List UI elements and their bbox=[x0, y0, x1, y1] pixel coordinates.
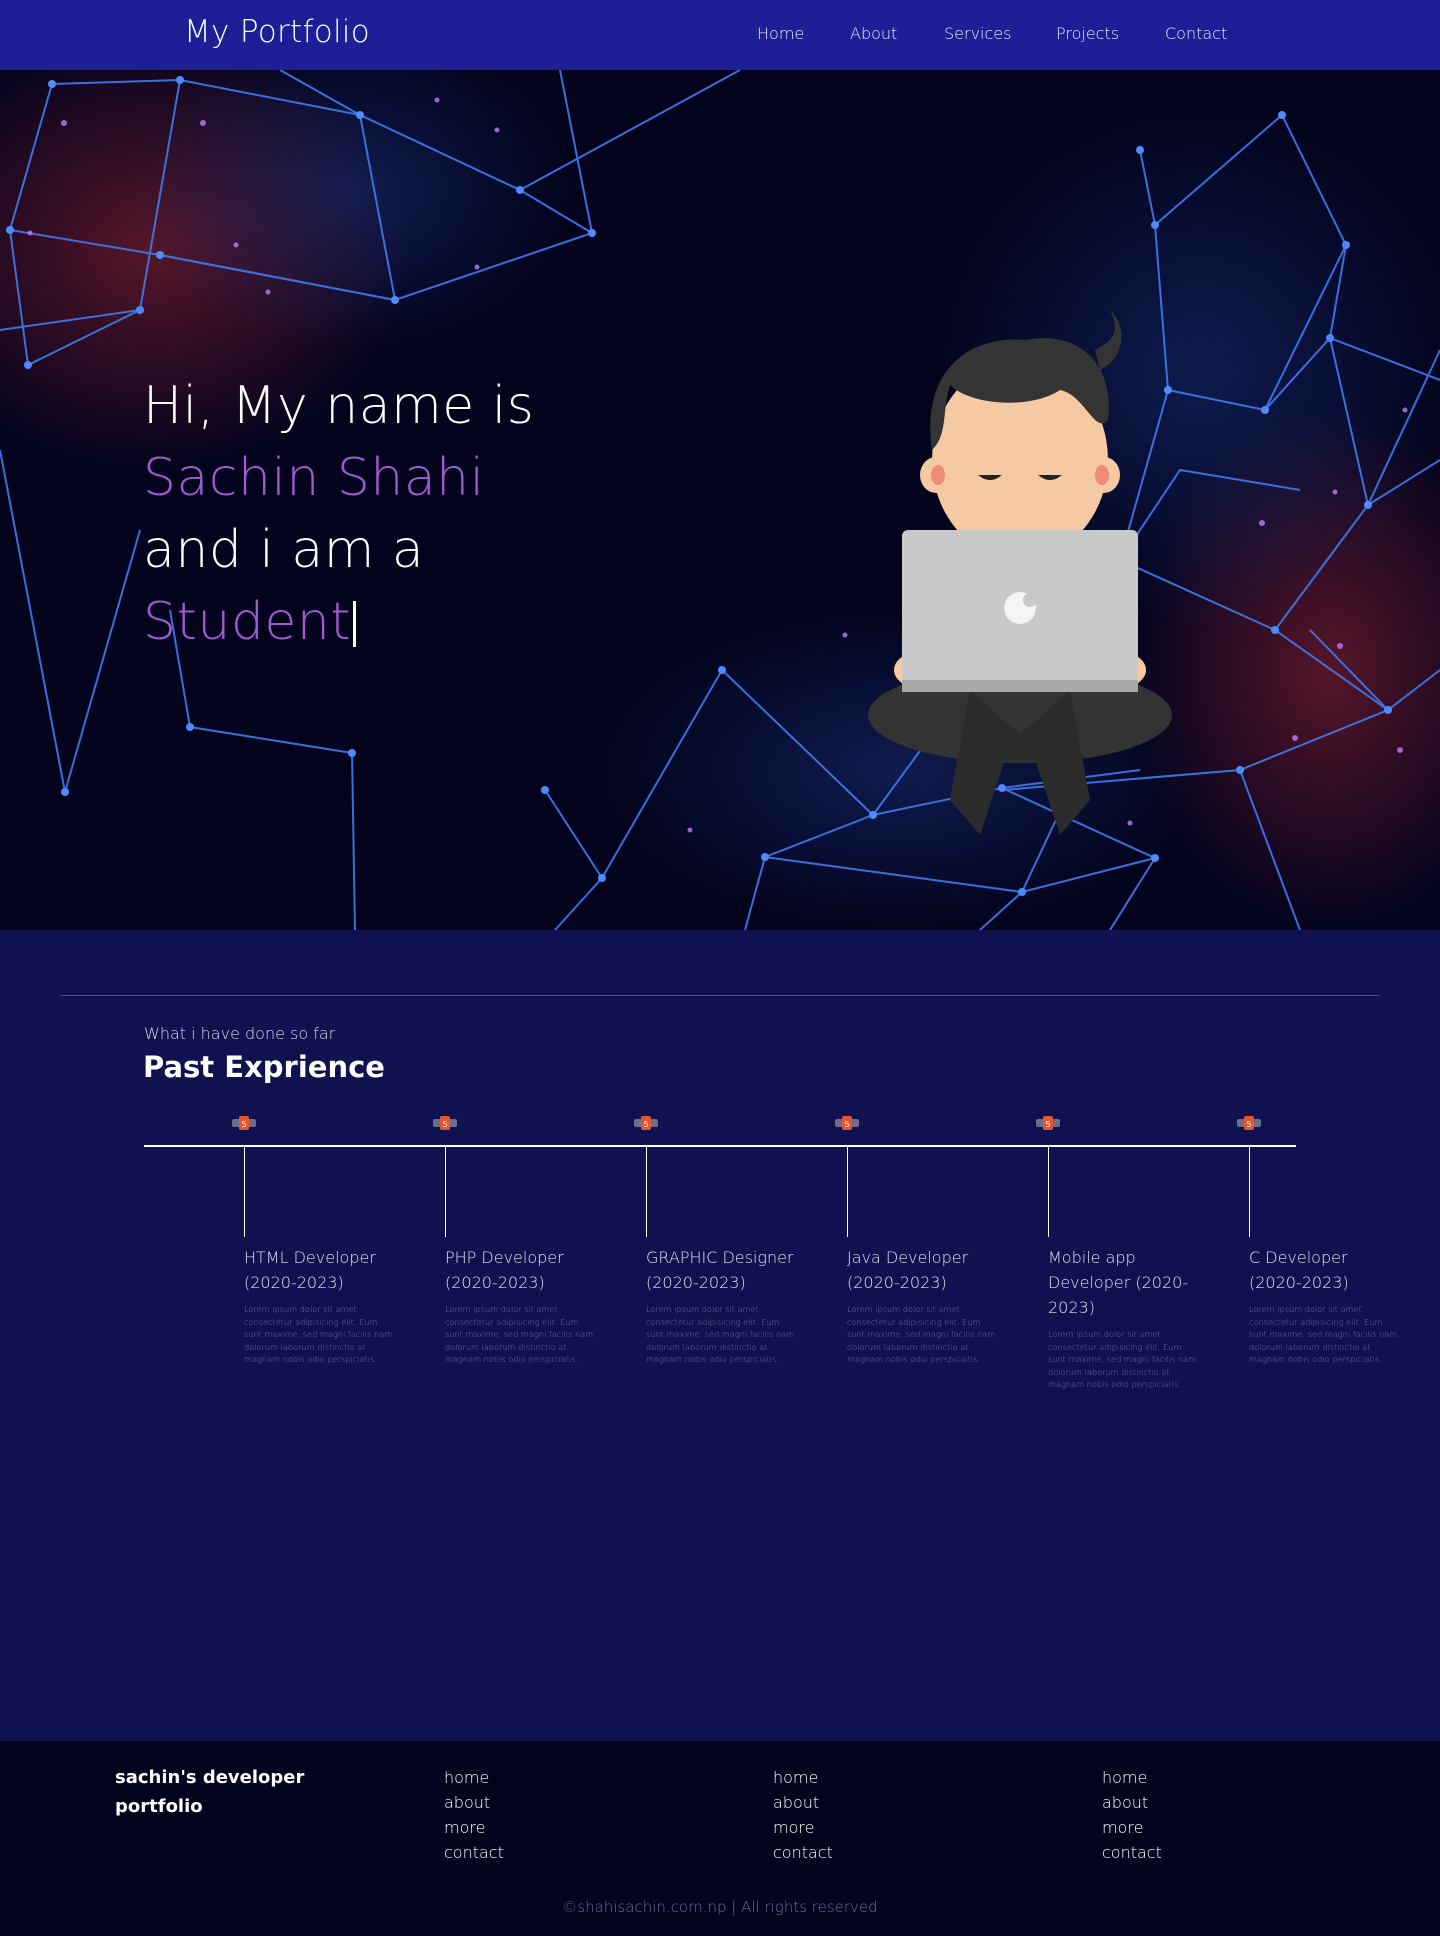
nav-links: Home About Services Projects Contact bbox=[0, 24, 1440, 46]
timeline-role: Java Developer (2020-2023) bbox=[847, 1248, 969, 1292]
experience-title: Past Exprience bbox=[143, 1050, 385, 1084]
copyright-text: ©shahisachin.com.np | All rights reserve… bbox=[562, 1898, 878, 1916]
footer-link-more[interactable]: more bbox=[444, 1815, 504, 1840]
hero-subline: and i am a bbox=[143, 520, 425, 580]
timeline-desc: Lorem ipsum dolor sit amet consectetur a… bbox=[646, 1304, 795, 1364]
footer-brand: sachin's developer portfolio bbox=[115, 1767, 305, 1817]
footer-link-more[interactable]: more bbox=[1102, 1815, 1162, 1840]
timeline-desc: Lorem ipsum dolor sit amet consectetur a… bbox=[445, 1304, 594, 1364]
footer-link-contact[interactable]: contact bbox=[773, 1840, 833, 1865]
top-navbar: My Portfolio Home About Services Project… bbox=[0, 0, 1440, 70]
footer-link-contact[interactable]: contact bbox=[1102, 1840, 1162, 1865]
footer-link-home[interactable]: home bbox=[773, 1765, 833, 1790]
footer-link-home[interactable]: home bbox=[444, 1765, 504, 1790]
hero-role-line: Student bbox=[143, 586, 534, 658]
footer-links-column: home about more contact bbox=[1102, 1765, 1162, 1865]
nav-link-contact[interactable]: Contact bbox=[1165, 24, 1227, 43]
timeline-desc: Lorem ipsum dolor sit amet consectetur a… bbox=[847, 1304, 996, 1364]
timeline-stem bbox=[847, 1147, 848, 1237]
timeline-stem bbox=[1048, 1147, 1049, 1237]
svg-text:5: 5 bbox=[241, 1120, 246, 1129]
nav-link-home[interactable]: Home bbox=[757, 24, 804, 43]
html5-icon: 5 bbox=[835, 1116, 859, 1130]
developer-illustration bbox=[868, 310, 1172, 835]
typing-caret bbox=[353, 601, 357, 647]
timeline-desc: Lorem ipsum dolor sit amet consectetur a… bbox=[1048, 1329, 1197, 1389]
nav-link-projects[interactable]: Projects bbox=[1056, 24, 1119, 43]
html5-icon: 5 bbox=[1237, 1116, 1261, 1130]
footer-link-contact[interactable]: contact bbox=[444, 1840, 504, 1865]
timeline-role: C Developer (2020-2023) bbox=[1249, 1248, 1349, 1292]
svg-text:5: 5 bbox=[1045, 1120, 1050, 1129]
footer-link-about[interactable]: about bbox=[1102, 1790, 1162, 1815]
html5-icon: 5 bbox=[433, 1116, 457, 1130]
footer-link-about[interactable]: about bbox=[773, 1790, 833, 1815]
timeline-desc: Lorem ipsum dolor sit amet consectetur a… bbox=[244, 1304, 393, 1364]
timeline-role: PHP Developer (2020-2023) bbox=[445, 1248, 564, 1292]
footer-link-home[interactable]: home bbox=[1102, 1765, 1162, 1790]
nav-link-services[interactable]: Services bbox=[944, 24, 1011, 43]
footer-links-column: home about more contact bbox=[773, 1765, 833, 1865]
experience-kicker: What i have done so far bbox=[144, 1024, 336, 1043]
timeline-stem bbox=[445, 1147, 446, 1237]
svg-text:5: 5 bbox=[1246, 1120, 1251, 1129]
section-divider bbox=[60, 995, 1380, 996]
hero-greeting: Hi, My name is bbox=[143, 376, 535, 436]
timeline-line bbox=[144, 1145, 1296, 1147]
timeline-desc: Lorem ipsum dolor sit amet consectetur a… bbox=[1249, 1304, 1398, 1364]
footer-link-about[interactable]: about bbox=[444, 1790, 504, 1815]
timeline-stem bbox=[1249, 1147, 1250, 1237]
timeline-stem bbox=[244, 1147, 245, 1237]
html5-icon: 5 bbox=[232, 1116, 256, 1130]
timeline-role: GRAPHIC Designer (2020-2023) bbox=[646, 1248, 794, 1292]
hero-section: Hi, My name is Sachin Shahi and i am a S… bbox=[0, 70, 1440, 930]
footer-link-more[interactable]: more bbox=[773, 1815, 833, 1840]
html5-icon: 5 bbox=[1036, 1116, 1060, 1130]
hero-role: Student bbox=[143, 592, 352, 652]
timeline-role: HTML Developer (2020-2023) bbox=[244, 1248, 376, 1292]
svg-text:5: 5 bbox=[643, 1120, 648, 1129]
footer-links-column: home about more contact bbox=[444, 1765, 504, 1865]
nav-link-about[interactable]: About bbox=[850, 24, 897, 43]
timeline-stem bbox=[646, 1147, 647, 1237]
html5-icon: 5 bbox=[634, 1116, 658, 1130]
svg-text:5: 5 bbox=[844, 1120, 849, 1129]
hero-intro: Hi, My name is Sachin Shahi and i am a S… bbox=[143, 370, 534, 658]
hero-name: Sachin Shahi bbox=[143, 448, 485, 508]
svg-text:5: 5 bbox=[442, 1120, 447, 1129]
timeline-role: Mobile app Developer (2020-2023) bbox=[1048, 1248, 1189, 1317]
